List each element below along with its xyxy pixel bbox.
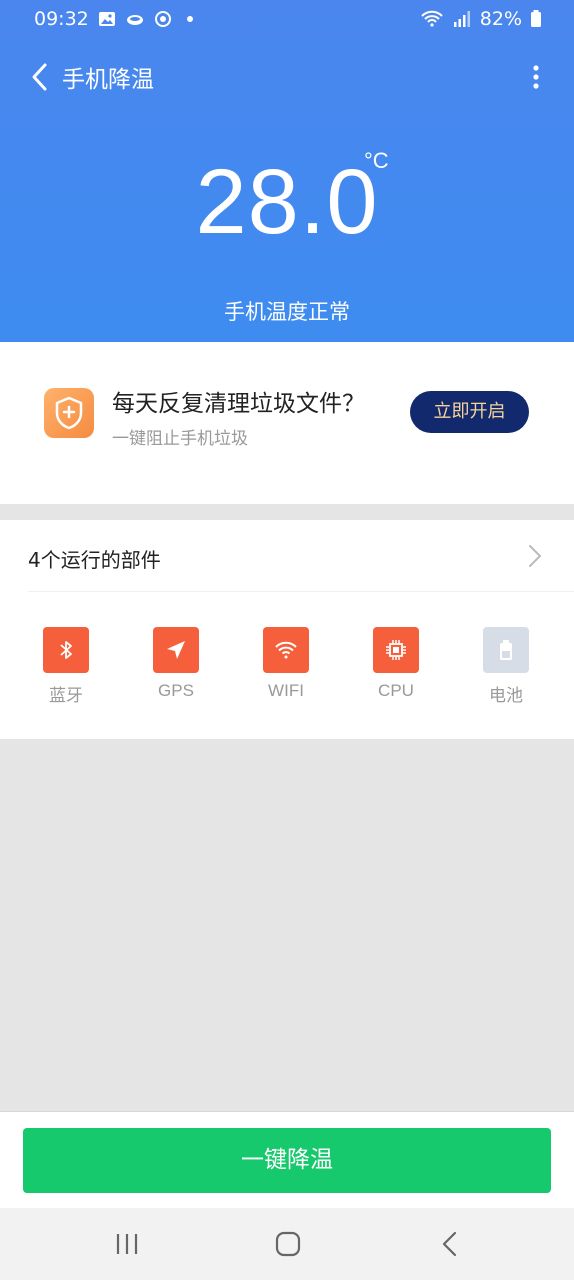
- part-wifi[interactable]: WIFI: [241, 627, 331, 701]
- recent-apps-icon[interactable]: [112, 1230, 142, 1258]
- enable-now-button[interactable]: 立即开启: [410, 391, 529, 433]
- divider: [28, 591, 574, 592]
- part-label: GPS: [158, 681, 194, 700]
- wifi-icon: [421, 10, 443, 27]
- promo-subtitle: 一键阻止手机垃圾: [112, 429, 248, 449]
- chevron-right-icon[interactable]: [528, 544, 542, 568]
- wifi-icon: [263, 627, 309, 673]
- signal-icon: [453, 11, 470, 27]
- shield-clean-icon: [44, 388, 94, 438]
- bluetooth-icon: [43, 627, 89, 673]
- gps-icon: [153, 627, 199, 673]
- system-nav-bar: [0, 1208, 574, 1280]
- cool-down-button[interactable]: 一键降温: [23, 1128, 551, 1193]
- back-arrow-icon[interactable]: [28, 62, 52, 92]
- cloud-icon: [126, 15, 143, 25]
- part-bluetooth[interactable]: 蓝牙: [21, 627, 111, 706]
- bottom-bar: 一键降温: [0, 1111, 574, 1208]
- part-label: 蓝牙: [49, 686, 83, 705]
- home-icon[interactable]: [273, 1230, 303, 1258]
- running-parts-title: 4个运行的部件: [28, 548, 161, 572]
- part-label: CPU: [378, 681, 414, 700]
- sync-icon: [154, 11, 171, 27]
- back-icon[interactable]: [436, 1230, 466, 1258]
- cpu-icon: [373, 627, 419, 673]
- part-cpu[interactable]: CPU: [351, 627, 441, 701]
- gallery-icon: [98, 12, 115, 26]
- part-battery[interactable]: 电池: [461, 627, 551, 706]
- temperature-unit: °C: [364, 148, 389, 173]
- temperature-status: 手机温度正常: [224, 300, 350, 324]
- running-parts-header[interactable]: 4个运行的部件: [0, 520, 574, 592]
- running-parts-panel: 4个运行的部件 蓝牙 GPS WIFI CPU 电池: [0, 520, 574, 739]
- status-bar: 09:32 82%: [0, 0, 574, 40]
- part-label: 电池: [489, 686, 523, 705]
- battery-icon: [531, 10, 541, 27]
- temperature-value: 28.0: [195, 151, 379, 253]
- page-title: 手机降温: [62, 67, 154, 93]
- part-gps[interactable]: GPS: [131, 627, 221, 701]
- promo-title: 每天反复清理垃圾文件？: [112, 391, 365, 417]
- more-options-icon[interactable]: [526, 62, 546, 92]
- top-bar: 手机降温: [0, 56, 574, 98]
- part-label: WIFI: [268, 681, 304, 700]
- promo-card[interactable]: 每天反复清理垃圾文件？ 一键阻止手机垃圾 立即开启: [0, 342, 574, 504]
- status-time: 09:32: [34, 8, 89, 30]
- header: 09:32 82% 手机降温 28.0 °C 手机温度正常: [0, 0, 574, 342]
- battery-icon: [483, 627, 529, 673]
- battery-percent: 82%: [479, 8, 522, 30]
- notification-dot: [186, 16, 193, 22]
